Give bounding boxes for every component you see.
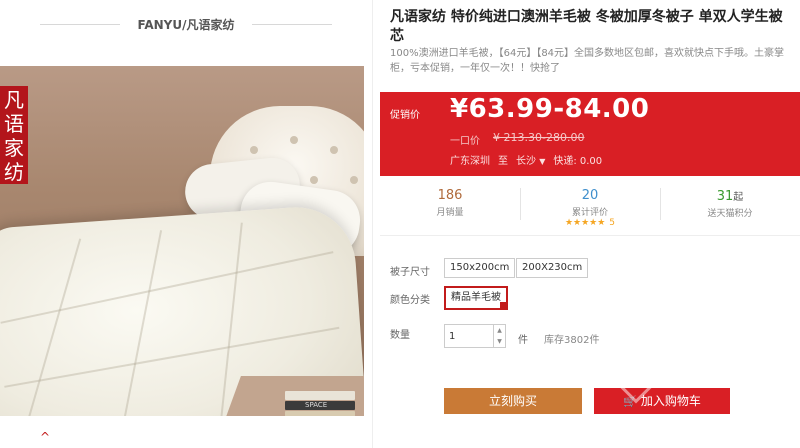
size-option-150x200[interactable]: 150x200cm — [444, 258, 516, 278]
original-price-label: 一口价 — [450, 136, 480, 147]
ship-from: 广东深圳 — [450, 156, 490, 167]
stock-count: 库存3802件 — [544, 335, 600, 346]
cart-icon: 🛒 — [623, 396, 637, 408]
product-info: 凡语家纺 特价纯进口澳洲羊毛被 冬被加厚冬被子 单双人学生被芯 100%澳洲进口… — [380, 0, 800, 448]
product-image[interactable]: SPACE — [0, 66, 364, 416]
side-label-char: 语 — [4, 112, 24, 136]
chevron-down-icon: ▼ — [539, 157, 546, 166]
ship-to-word: 至 — [498, 156, 508, 167]
side-label-char: 家 — [4, 136, 24, 160]
quantity-label: 数量 — [390, 330, 410, 341]
promo-price: ¥63.99-84.00 — [450, 94, 650, 124]
increment-icon[interactable]: ▲ — [494, 325, 505, 336]
color-label: 颜色分类 — [390, 295, 430, 306]
product-gallery: FANYU/凡语家纺 SPACE 凡 语 家 纺 ^ — [0, 0, 372, 448]
sales-count: 186 — [437, 188, 463, 203]
book-stack: SPACE — [285, 391, 355, 416]
side-label-char: 凡 — [4, 88, 24, 112]
divider — [252, 24, 332, 25]
sales-label: 月销量 — [436, 208, 464, 218]
shipping-fee: 快递: 0.00 — [553, 156, 603, 167]
stat-points: 31起 送天猫积分 — [660, 180, 800, 235]
points-unit: 起 — [733, 192, 744, 203]
stats-bar: 186 月销量 20 累计评价 ★★★★★ 5 31起 送天猫积分 — [380, 180, 800, 236]
stat-reviews[interactable]: 20 累计评价 ★★★★★ 5 — [520, 180, 660, 235]
side-label-char: 纺 — [4, 160, 24, 184]
price-panel: 促销价 ¥63.99-84.00 一口价 ¥ 213.30-280.00 广东深… — [380, 92, 800, 176]
divider — [372, 0, 373, 448]
review-label: 累计评价 — [571, 208, 608, 218]
rating-stars-icon: ★★★★★ 5 — [520, 218, 660, 228]
ship-to: 长沙 — [516, 156, 536, 167]
quantity-unit: 件 — [518, 335, 528, 346]
quantity-stepper[interactable]: ▲ ▼ — [494, 324, 506, 348]
check-icon — [500, 302, 508, 310]
shipping-info: 广东深圳 至 长沙 ▼ 快递: 0.00 — [450, 152, 602, 167]
promo-price-label: 促销价 — [390, 110, 420, 121]
points-count: 31 — [716, 189, 734, 204]
chevron-up-icon[interactable]: ^ — [40, 431, 54, 443]
product-subtitle: 100%澳洲进口羊毛被，【64元】【84元】全国多数地区包邮，喜欢就快点下手哦。… — [390, 48, 785, 74]
divider — [40, 24, 120, 25]
ship-to-select[interactable]: 长沙 ▼ — [516, 152, 545, 167]
stars: ★★★★★ — [564, 218, 606, 228]
brand-side-label: 凡 语 家 纺 — [0, 86, 28, 184]
brand-header: FANYU/凡语家纺 — [0, 0, 372, 48]
original-price: ¥ 213.30-280.00 — [493, 131, 585, 144]
quantity-input[interactable]: 1 — [444, 324, 494, 348]
points-row: 31起 — [660, 188, 800, 204]
product-title: 凡语家纺 特价纯进口澳洲羊毛被 冬被加厚冬被子 单双人学生被芯 — [390, 9, 783, 44]
size-label: 被子尺寸 — [390, 267, 430, 278]
color-option-text: 精品羊毛被 — [451, 292, 501, 303]
brand-title: FANYU/凡语家纺 — [127, 15, 245, 33]
size-option-200x230[interactable]: 200X230cm — [516, 258, 589, 278]
review-count: 20 — [581, 188, 599, 203]
rating-score: 5 — [609, 218, 616, 228]
stat-monthly-sales: 186 月销量 — [380, 180, 520, 235]
add-to-cart-label: 加入购物车 — [640, 394, 701, 408]
points-label: 送天猫积分 — [707, 209, 753, 219]
add-to-cart-button[interactable]: 🛒 加入购物车 — [594, 388, 730, 414]
decrement-icon[interactable]: ▼ — [494, 336, 505, 347]
buy-now-button[interactable]: 立刻购买 — [444, 388, 582, 414]
color-option-selected[interactable]: 精品羊毛被 — [444, 286, 508, 310]
